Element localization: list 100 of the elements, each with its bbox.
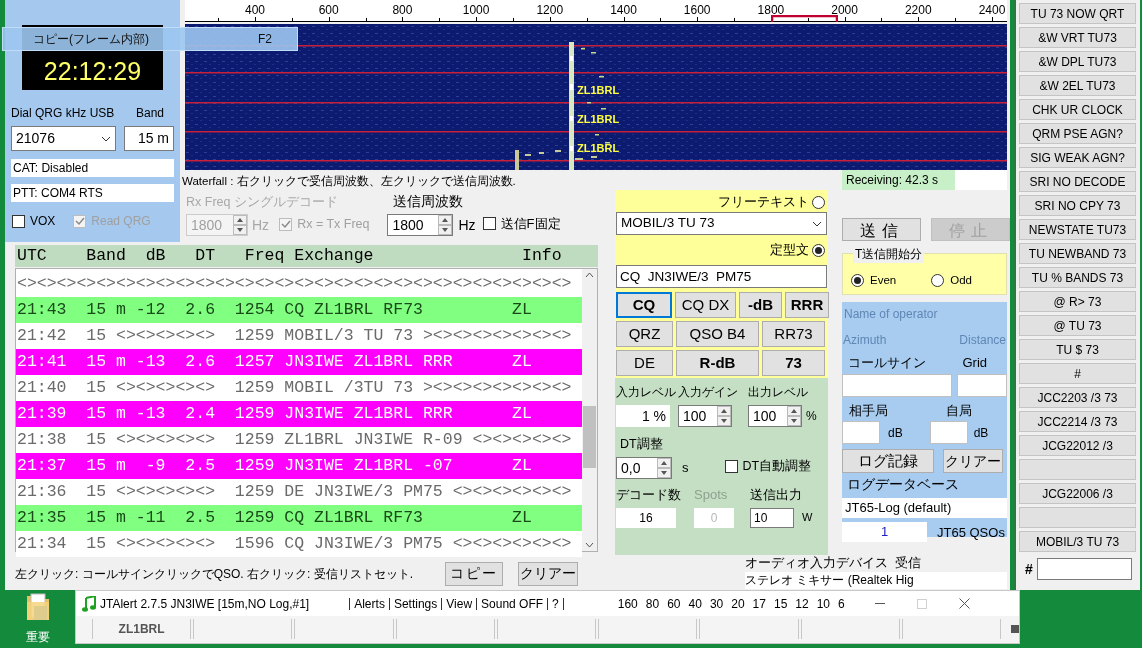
field-label: Azimuth — [843, 332, 887, 349]
callsign-cell[interactable] — [496, 619, 597, 639]
clear-button[interactable]: クリアー — [943, 449, 1003, 473]
unit-label: Hz — [458, 215, 476, 235]
radio-button[interactable] — [931, 273, 945, 287]
frequency-dropdown[interactable]: 21076 — [11, 126, 117, 151]
macro-button[interactable]: R-dB — [676, 350, 759, 376]
callsign-cell[interactable] — [395, 619, 495, 639]
radio-button[interactable] — [812, 243, 825, 257]
quick-message-button[interactable]: CHK UR CLOCK — [1019, 99, 1136, 120]
scroll-up-icon[interactable] — [585, 272, 594, 278]
quick-message-button[interactable]: TU $ 73 — [1019, 339, 1136, 360]
quick-message-button[interactable]: QRM PSE AGN? — [1019, 123, 1136, 144]
scrollbar-thumb[interactable] — [583, 406, 596, 468]
spin-box[interactable]: 1800 — [387, 214, 454, 236]
spin-box[interactable]: 100 — [678, 405, 732, 428]
radio-label: Even — [870, 272, 897, 288]
field-label: DT調整 — [619, 436, 664, 454]
macro-button[interactable]: CQ — [616, 292, 672, 318]
menu-item[interactable]: Alerts — [350, 594, 389, 613]
power-field[interactable]: 10 — [750, 507, 794, 528]
field-label: Spots — [694, 486, 729, 504]
radio-label: フリーテキスト — [718, 193, 809, 212]
quick-message-button[interactable]: SIG WEAK AGN? — [1019, 147, 1136, 168]
macro-button[interactable]: RR73 — [762, 321, 825, 347]
radio-button[interactable] — [851, 273, 864, 287]
spin-box[interactable]: 0,0 — [616, 457, 672, 479]
caret-icon[interactable] — [101, 135, 112, 142]
band-field[interactable]: 15 m — [124, 126, 174, 151]
quick-message-button[interactable]: &W 2EL TU73 — [1019, 75, 1136, 96]
clock-time: 22:12:29 — [43, 59, 142, 84]
context-menu[interactable]: コピー(フレーム内部) F2 — [2, 27, 298, 51]
quick-message-button[interactable]: @ TU 73 — [1019, 315, 1136, 336]
scroll-down-icon[interactable] — [585, 542, 594, 548]
quick-message-button[interactable]: NEWSTATE TU73 — [1019, 219, 1136, 240]
status-field — [955, 170, 1007, 190]
decode-row[interactable]: 21:43 15 m -12 2.6 1254 CQ ZL1BRL RF73 ZL — [16, 297, 582, 323]
signal-label: ZL1BRL — [577, 141, 620, 156]
callsign-field[interactable] — [842, 373, 952, 397]
folder-icon[interactable] — [24, 592, 51, 622]
message-dropdown[interactable]: MOBIL/3 TU 73 — [616, 212, 827, 235]
menu-item[interactable]: Sound OFF — [477, 594, 548, 613]
macro-button[interactable]: -dB — [739, 292, 782, 318]
field-label: 入力ゲイン — [678, 385, 739, 400]
menu-item[interactable]: View — [442, 594, 477, 613]
radio-button[interactable] — [812, 195, 825, 209]
report-field[interactable] — [929, 421, 968, 444]
quick-message-button[interactable]: # — [1019, 363, 1136, 384]
quick-message-button[interactable]: &W VRT TU73 — [1019, 27, 1136, 48]
menu-item[interactable]: ? — [548, 594, 563, 613]
quick-message-button[interactable]: JCC2214 /3 73 — [1019, 411, 1136, 432]
macro-button[interactable]: CQ DX — [675, 292, 736, 318]
callsign-cell[interactable] — [598, 619, 698, 639]
checkbox-label: Read QRG — [91, 213, 151, 230]
quick-message-button[interactable]: &W DPL TU73 — [1019, 51, 1136, 72]
spin-box[interactable]: 100 — [748, 405, 802, 428]
unit-label: dB — [973, 424, 989, 442]
clear-button[interactable]: クリアー — [518, 561, 578, 586]
quick-message-button[interactable]: JCG22006 /3 — [1019, 483, 1136, 504]
quick-message-input[interactable] — [1036, 558, 1132, 580]
macro-button[interactable]: QRZ — [616, 321, 673, 347]
callsign-cell[interactable] — [901, 619, 1002, 639]
report-field[interactable] — [842, 421, 880, 444]
callsign-cell[interactable] — [294, 619, 394, 639]
caret-icon[interactable] — [812, 220, 822, 227]
checkbox[interactable] — [12, 214, 25, 228]
quick-message-button[interactable]: SRI NO CPY 73 — [1019, 195, 1136, 216]
music-note-icon — [82, 595, 96, 612]
decode-row[interactable]: 21:35 15 m -11 2.5 1259 CQ ZL1BRL RF73 ZL — [16, 505, 582, 531]
quick-message-button[interactable]: TU 73 NOW QRT — [1019, 3, 1136, 24]
scrollbar[interactable] — [582, 269, 597, 551]
transmit-button[interactable]: 送信 — [842, 218, 921, 241]
field-label: 自局 — [946, 401, 972, 420]
macro-button[interactable]: RRR — [785, 292, 829, 318]
message-field[interactable]: CQ JN3IWE/3 PM75 — [616, 265, 827, 288]
quick-message-button[interactable]: TU % BANDS 73 — [1019, 267, 1136, 288]
callsign-cell[interactable] — [800, 619, 900, 639]
callsign-cell[interactable]: ZL1BRL — [92, 619, 192, 639]
checkbox[interactable] — [482, 217, 496, 231]
macro-button[interactable]: DE — [616, 350, 673, 376]
checkbox[interactable] — [724, 460, 738, 474]
quick-message-button[interactable]: MOBIL/3 TU 73 — [1019, 531, 1136, 552]
qso-count-field: 1 — [842, 522, 927, 543]
quick-message-button[interactable]: TU NEWBAND 73 — [1019, 243, 1136, 264]
quick-message-button[interactable]: @ R> 73 — [1019, 291, 1136, 312]
macro-button[interactable]: 73 — [762, 350, 825, 376]
callsign-cell[interactable] — [699, 619, 799, 639]
unit-label: Hz — [252, 215, 270, 235]
callsign-cell[interactable] — [193, 619, 293, 639]
macro-button[interactable]: QSO B4 — [676, 321, 759, 347]
copy-button[interactable]: コピー — [445, 561, 503, 586]
grid-field[interactable] — [957, 373, 1007, 397]
quick-message-button[interactable]: JCG22012 /3 — [1019, 435, 1136, 456]
close-icon[interactable] — [958, 598, 970, 609]
minimize-icon[interactable] — [874, 602, 885, 605]
log-button[interactable]: ログ記録 — [842, 449, 934, 473]
quick-message-button[interactable]: SRI NO DECODE — [1019, 171, 1136, 192]
menu-item[interactable]: Settings — [389, 594, 442, 613]
resize-grip-icon[interactable] — [1011, 625, 1020, 633]
quick-message-button[interactable]: JCC2203 /3 73 — [1019, 387, 1136, 408]
